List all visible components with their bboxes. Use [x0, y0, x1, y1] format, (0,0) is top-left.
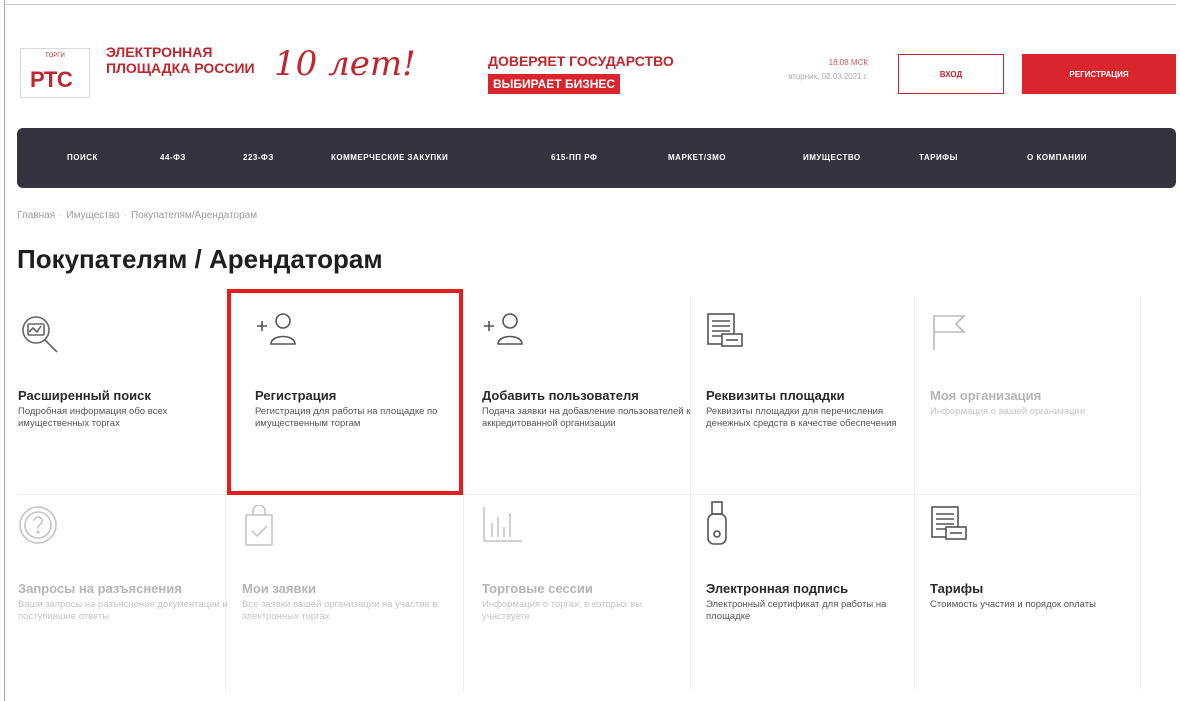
add-user-icon — [482, 312, 526, 356]
nav-item-property[interactable]: ИМУЩЕСТВО — [803, 128, 861, 188]
card-description: Подача заявки на добавление пользователе… — [482, 406, 691, 429]
breadcrumb-home[interactable]: Главная — [17, 210, 55, 221]
card-my-applications[interactable]: Мои заявки Все заявки вашей организации … — [242, 504, 452, 700]
nav-item-search[interactable]: ПОИСК — [67, 128, 98, 188]
card-description: Все заявки вашей организации на участие … — [242, 599, 438, 622]
nav-item-tariffs[interactable]: ТАРИФЫ — [919, 128, 958, 188]
card-tariffs[interactable]: Тарифы Стоимость участия и порядок оплат… — [930, 505, 1140, 700]
login-button[interactable]: ВХОД — [898, 54, 1004, 94]
card-title: Мои заявки — [242, 581, 316, 596]
nav-item-223fz[interactable]: 223-ФЗ — [243, 128, 274, 188]
usb-token-icon — [706, 500, 750, 545]
card-description: Реквизиты площадки для перечисления дене… — [706, 406, 897, 429]
card-description: Подробная информация обо всех имуществен… — [18, 406, 168, 429]
breadcrumb-current: Покупателям/Арендаторам — [130, 210, 258, 221]
search-document-icon — [18, 312, 62, 356]
card-advanced-search[interactable]: Расширенный поиск Подробная информация о… — [18, 312, 228, 507]
requisites-icon — [930, 505, 974, 549]
card-description: Стоимость участия и порядок оплаты — [930, 599, 1096, 610]
nav-item-about[interactable]: О КОМПАНИИ — [1027, 128, 1087, 188]
card-platform-requisites[interactable]: Реквизиты площадки Реквизиты площадки дл… — [706, 312, 916, 507]
breadcrumb-separator: · — [123, 210, 127, 221]
card-title: Тарифы — [930, 581, 984, 596]
nav-item-market[interactable]: МАРКЕТ/ЗМО — [668, 128, 726, 188]
card-title: Добавить пользователя — [482, 388, 639, 403]
card-add-user[interactable]: Добавить пользователя Подача заявки на д… — [482, 312, 692, 507]
card-description: Ваши запросы на разъяснение документации… — [18, 599, 228, 622]
card-clarification-requests[interactable]: Запросы на разъяснения Ваши запросы на р… — [18, 505, 228, 700]
logo-small-text: ТОРГИ — [45, 53, 65, 59]
slogan-line-1: ДОВЕРЯЕТ ГОСУДАРСТВО — [488, 53, 674, 69]
page-title: Покупателям / Арендаторам — [17, 244, 383, 274]
card-title: Моя организация — [930, 388, 1042, 403]
window-border-top — [4, 4, 1176, 5]
nav-item-44fz[interactable]: 44-ФЗ — [160, 128, 186, 188]
card-trading-sessions[interactable]: Торговые сессии Информация о торгах, в к… — [482, 505, 692, 700]
nav-item-commercial[interactable]: КОММЕРЧЕСКИЕ ЗАКУПКИ — [331, 128, 448, 188]
card-my-organization[interactable]: Моя организация Информация о вашей орган… — [930, 312, 1140, 507]
window-border — [4, 0, 5, 701]
card-e-signature[interactable]: Электронная подпись Электронный сертифик… — [706, 500, 916, 695]
logo[interactable]: ТОРГИ РТС — [20, 48, 90, 98]
bag-check-icon — [242, 504, 286, 549]
anniversary-banner: 10 лет! — [274, 44, 416, 84]
card-description: Информация о торгах, в которых вы участв… — [482, 599, 643, 622]
current-time: 18:08 МСК — [828, 58, 868, 67]
breadcrumb-property[interactable]: Имущество — [66, 210, 119, 221]
card-title: Торговые сессии — [482, 581, 593, 596]
highlight-frame — [227, 289, 463, 495]
logo-title[interactable]: ЭЛЕКТРОННАЯ ПЛОЩАДКА РОССИИ — [106, 44, 266, 76]
slogan-line-2: ВЫБИРАЕТ БИЗНЕС — [488, 74, 621, 94]
current-date: вторник, 02.03.2021 г. — [788, 72, 868, 81]
breadcrumb: Главная · Имущество · Покупателям/Арендатора… — [17, 210, 257, 221]
bar-chart-icon — [482, 505, 526, 549]
card-description: Электронный сертификат для работы на пло… — [706, 599, 887, 622]
card-description: Информация о вашей организации — [930, 406, 1086, 417]
flag-icon — [930, 312, 974, 356]
requisites-icon — [706, 312, 750, 356]
card-title: Реквизиты площадки — [706, 388, 845, 403]
card-title: Расширенный поиск — [18, 388, 151, 403]
card-title: Электронная подпись — [706, 581, 849, 596]
main-nav: ПОИСК 44-ФЗ 223-ФЗ КОММЕРЧЕСКИЕ ЗАКУПКИ … — [17, 128, 1176, 188]
nav-item-615pp[interactable]: 615-ПП РФ — [551, 128, 597, 188]
grid-divider — [1140, 296, 1141, 691]
logo-text: РТС — [30, 67, 73, 92]
register-button[interactable]: РЕГИСТРАЦИЯ — [1022, 54, 1176, 94]
question-icon — [18, 505, 62, 549]
breadcrumb-separator: · — [59, 210, 63, 221]
card-title: Запросы на разъяснения — [18, 581, 182, 596]
